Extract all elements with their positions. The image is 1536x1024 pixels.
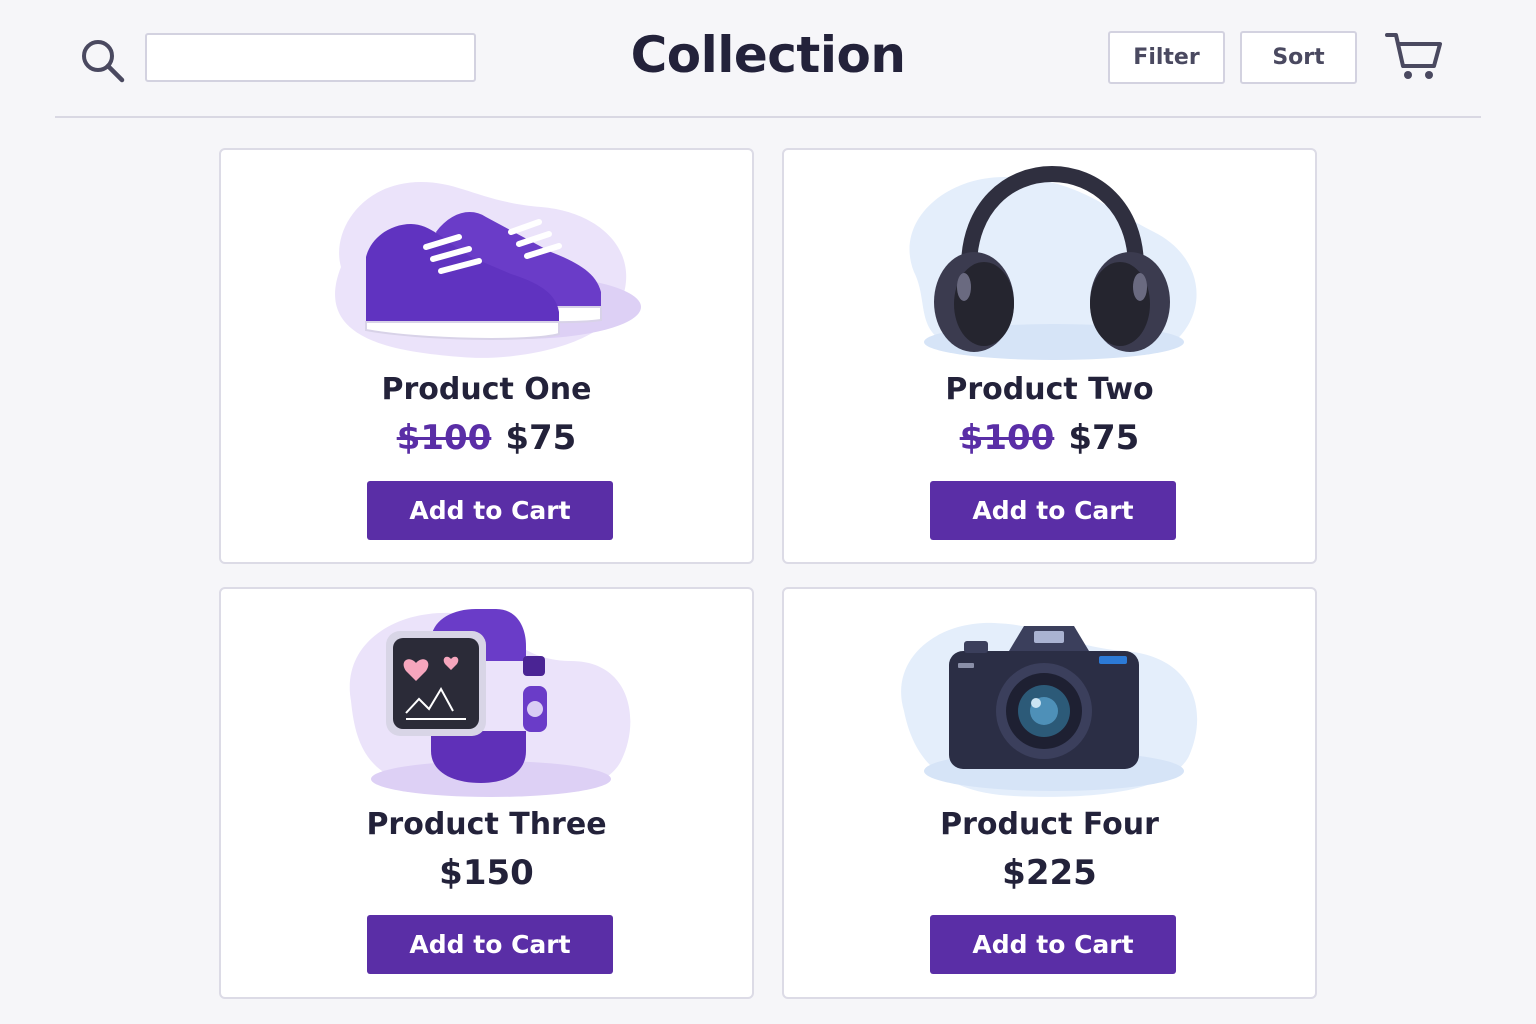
page-title: Collection [630, 26, 906, 84]
original-price: $100 [396, 418, 492, 458]
add-to-cart-button[interactable]: Add to Cart [367, 481, 613, 540]
product-name: Product One [381, 372, 592, 407]
search-input[interactable] [145, 33, 476, 82]
price: $225 [1002, 853, 1097, 893]
product-name: Product Two [945, 372, 1154, 407]
product-card: Product Two $100 $75 Add to Cart [782, 148, 1317, 564]
header-divider [55, 116, 1481, 118]
original-price: $100 [959, 418, 1055, 458]
header: Collection Filter Sort [0, 0, 1536, 118]
product-name: Product Four [940, 807, 1159, 842]
filter-button[interactable]: Filter [1108, 31, 1225, 84]
cart-icon[interactable] [1384, 30, 1444, 82]
sale-price: $75 [1068, 418, 1140, 458]
price-row: $100 $75 [221, 418, 752, 458]
price-row: $225 [784, 853, 1315, 893]
product-card: Product Three $150 Add to Cart [219, 587, 754, 999]
search-icon[interactable] [78, 36, 126, 84]
sneakers-image [335, 182, 641, 358]
camera-image [901, 622, 1198, 797]
add-to-cart-button[interactable]: Add to Cart [930, 481, 1176, 540]
product-card: Product Four $225 Add to Cart [782, 587, 1317, 999]
price-row: $100 $75 [784, 418, 1315, 458]
sale-price: $75 [505, 418, 577, 458]
sort-button[interactable]: Sort [1240, 31, 1357, 84]
price-row: $150 [221, 853, 752, 893]
price: $150 [439, 853, 534, 893]
add-to-cart-button[interactable]: Add to Cart [930, 915, 1176, 974]
product-name: Product Three [366, 807, 607, 842]
headphones-image [909, 165, 1197, 360]
product-card: Product One $100 $75 Add to Cart [219, 148, 754, 564]
add-to-cart-button[interactable]: Add to Cart [367, 915, 613, 974]
smartwatch-image [349, 609, 631, 797]
